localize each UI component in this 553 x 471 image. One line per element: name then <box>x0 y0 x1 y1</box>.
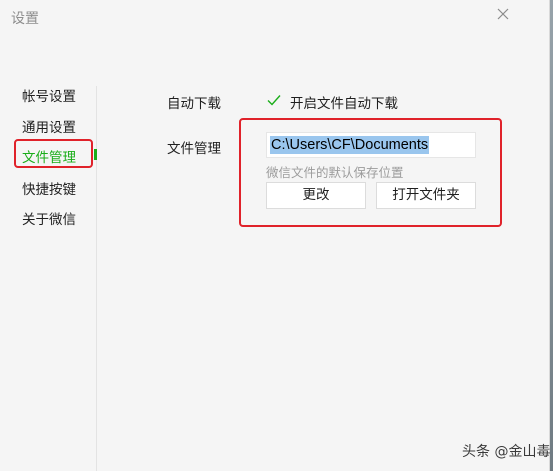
watermark: 头条 @金山毒霸 <box>462 444 553 460</box>
checkmark-icon <box>267 95 281 106</box>
save-path-text: C:\Users\CF\Documents <box>270 136 430 154</box>
sidebar-item-account[interactable]: 帐号设置 <box>22 85 76 105</box>
open-folder-button[interactable]: 打开文件夹 <box>376 182 476 209</box>
auto-download-checkbox[interactable] <box>266 92 282 108</box>
settings-window: 设置 帐号设置 通用设置 文件管理 快捷按键 关于微信 自动下载 开启文件自动下… <box>0 0 553 471</box>
save-path-hint: 微信文件的默认保存位置 <box>266 165 404 180</box>
sidebar-item-shortcuts[interactable]: 快捷按键 <box>22 178 76 198</box>
window-title: 设置 <box>11 11 39 27</box>
sidebar-item-general[interactable]: 通用设置 <box>22 116 76 136</box>
save-path-field[interactable]: C:\Users\CF\Documents <box>266 132 476 158</box>
sidebar-divider <box>96 86 97 471</box>
sidebar-item-about[interactable]: 关于微信 <box>22 208 76 228</box>
sidebar-item-file-management[interactable]: 文件管理 <box>22 146 76 166</box>
close-icon[interactable] <box>490 2 516 28</box>
file-management-label: 文件管理 <box>167 141 221 157</box>
active-indicator <box>94 149 97 160</box>
title-bar: 设置 <box>0 0 549 40</box>
auto-download-label: 自动下载 <box>167 96 221 112</box>
change-path-button[interactable]: 更改 <box>266 182 366 209</box>
close-icon-glyph <box>497 8 509 20</box>
auto-download-checkbox-label[interactable]: 开启文件自动下载 <box>290 92 398 112</box>
